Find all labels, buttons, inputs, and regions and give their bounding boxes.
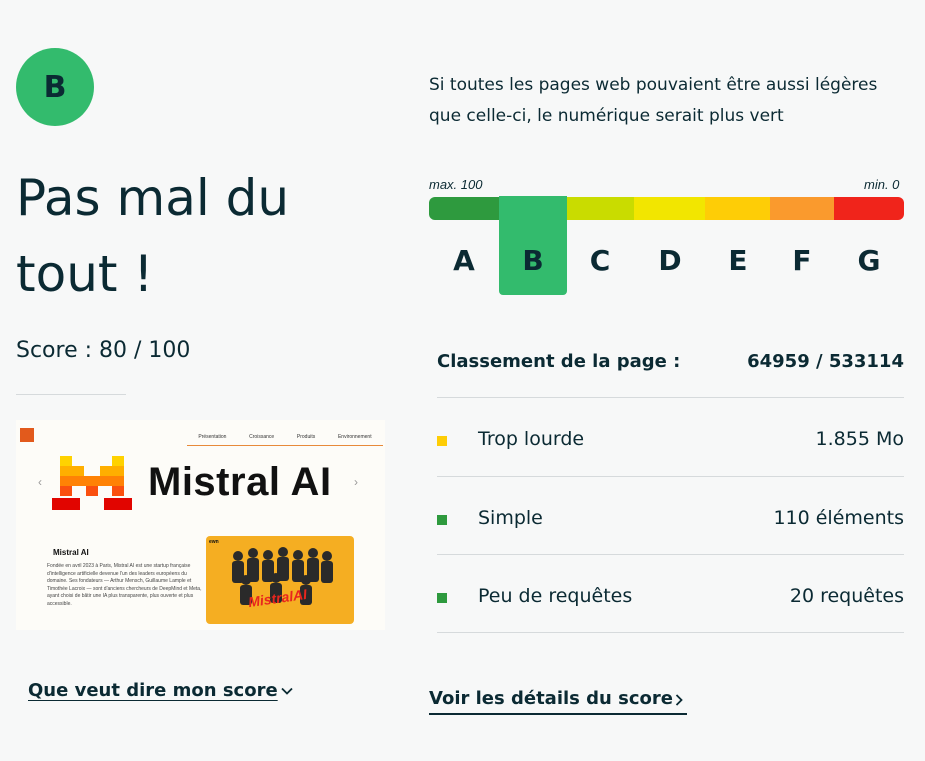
metric-row-requests: Peu de requêtes 20 requêtes	[437, 583, 904, 613]
scale-min-label: min. 0	[864, 177, 900, 192]
chevron-down-icon[interactable]	[280, 684, 294, 698]
thumbnail-team-photo: ewn MistralAI	[206, 536, 354, 624]
metric-label: Simple	[478, 507, 543, 529]
grade-letter-d: D	[658, 244, 682, 277]
grade-letter-b: B	[522, 244, 544, 277]
grade-letter-c: C	[589, 244, 611, 277]
score-details-link[interactable]: Voir les détails du score	[429, 688, 687, 715]
grade-letter-g: G	[857, 244, 881, 277]
scale-segment-f	[770, 197, 834, 220]
divider	[16, 394, 126, 395]
thumbnail-nav-item: Produits	[296, 433, 316, 440]
grade-letter-a: A	[453, 244, 475, 277]
scale-segment-c	[567, 197, 634, 220]
metric-row-weight: Trop lourde 1.855 Mo	[437, 426, 904, 456]
grade-letters: A B C D E F G	[429, 244, 904, 284]
thumbnail-nav: Présentation Croissance Produits Environ…	[187, 428, 383, 446]
grade-badge: B	[16, 48, 94, 126]
page-thumbnail: Présentation Croissance Produits Environ…	[16, 420, 385, 630]
carousel-prev-icon: ‹	[38, 475, 42, 489]
thumbnail-card-title: Mistral AI	[53, 548, 89, 557]
metric-row-elements: Simple 110 éléments	[437, 505, 904, 535]
metric-value: 20 requêtes	[789, 585, 904, 607]
thumbnail-nav-item: Présentation	[198, 433, 227, 440]
thumbnail-card-text: Fondée en avril 2023 à Paris, Mistral AI…	[47, 563, 202, 607]
site-logo-icon	[20, 428, 34, 442]
ranking-value: 64959 / 533114	[747, 351, 904, 372]
thumbnail-hero-title: Mistral AI	[148, 460, 332, 504]
thumbnail-nav-item: Environnement	[337, 433, 372, 440]
scale-segment-e	[705, 197, 770, 220]
metric-value: 110 éléments	[773, 507, 904, 529]
scale-max-label: max. 100	[429, 177, 483, 192]
scale-segment-g	[834, 197, 904, 220]
divider	[437, 554, 904, 555]
grade-letter-e: E	[728, 244, 748, 277]
mistral-logo-icon	[52, 456, 132, 510]
carousel-next-icon: ›	[354, 475, 358, 489]
divider	[437, 476, 904, 477]
metric-label: Peu de requêtes	[478, 585, 633, 607]
score-meaning-link[interactable]: Que veut dire mon score	[28, 680, 278, 701]
tagline: Si toutes les pages web pouvaient être a…	[429, 75, 878, 126]
thumbnail-nav-item: Croissance	[249, 433, 275, 440]
metric-label: Trop lourde	[478, 428, 585, 450]
scale-segment-d	[634, 197, 705, 220]
metric-value: 1.855 Mo	[815, 428, 904, 450]
status-dot-icon	[437, 593, 447, 603]
divider	[437, 397, 904, 398]
status-dot-icon	[437, 436, 447, 446]
ranking-label: Classement de la page :	[437, 351, 681, 372]
grade-letter-f: F	[792, 244, 812, 277]
photo-label: ewn	[209, 539, 219, 545]
status-dot-icon	[437, 515, 447, 525]
chevron-right-icon[interactable]	[672, 693, 686, 707]
verdict-heading: Pas mal du tout !	[16, 169, 290, 303]
divider	[437, 632, 904, 633]
score-text: Score : 80 / 100	[16, 338, 191, 363]
scale-segment-a	[429, 197, 499, 220]
